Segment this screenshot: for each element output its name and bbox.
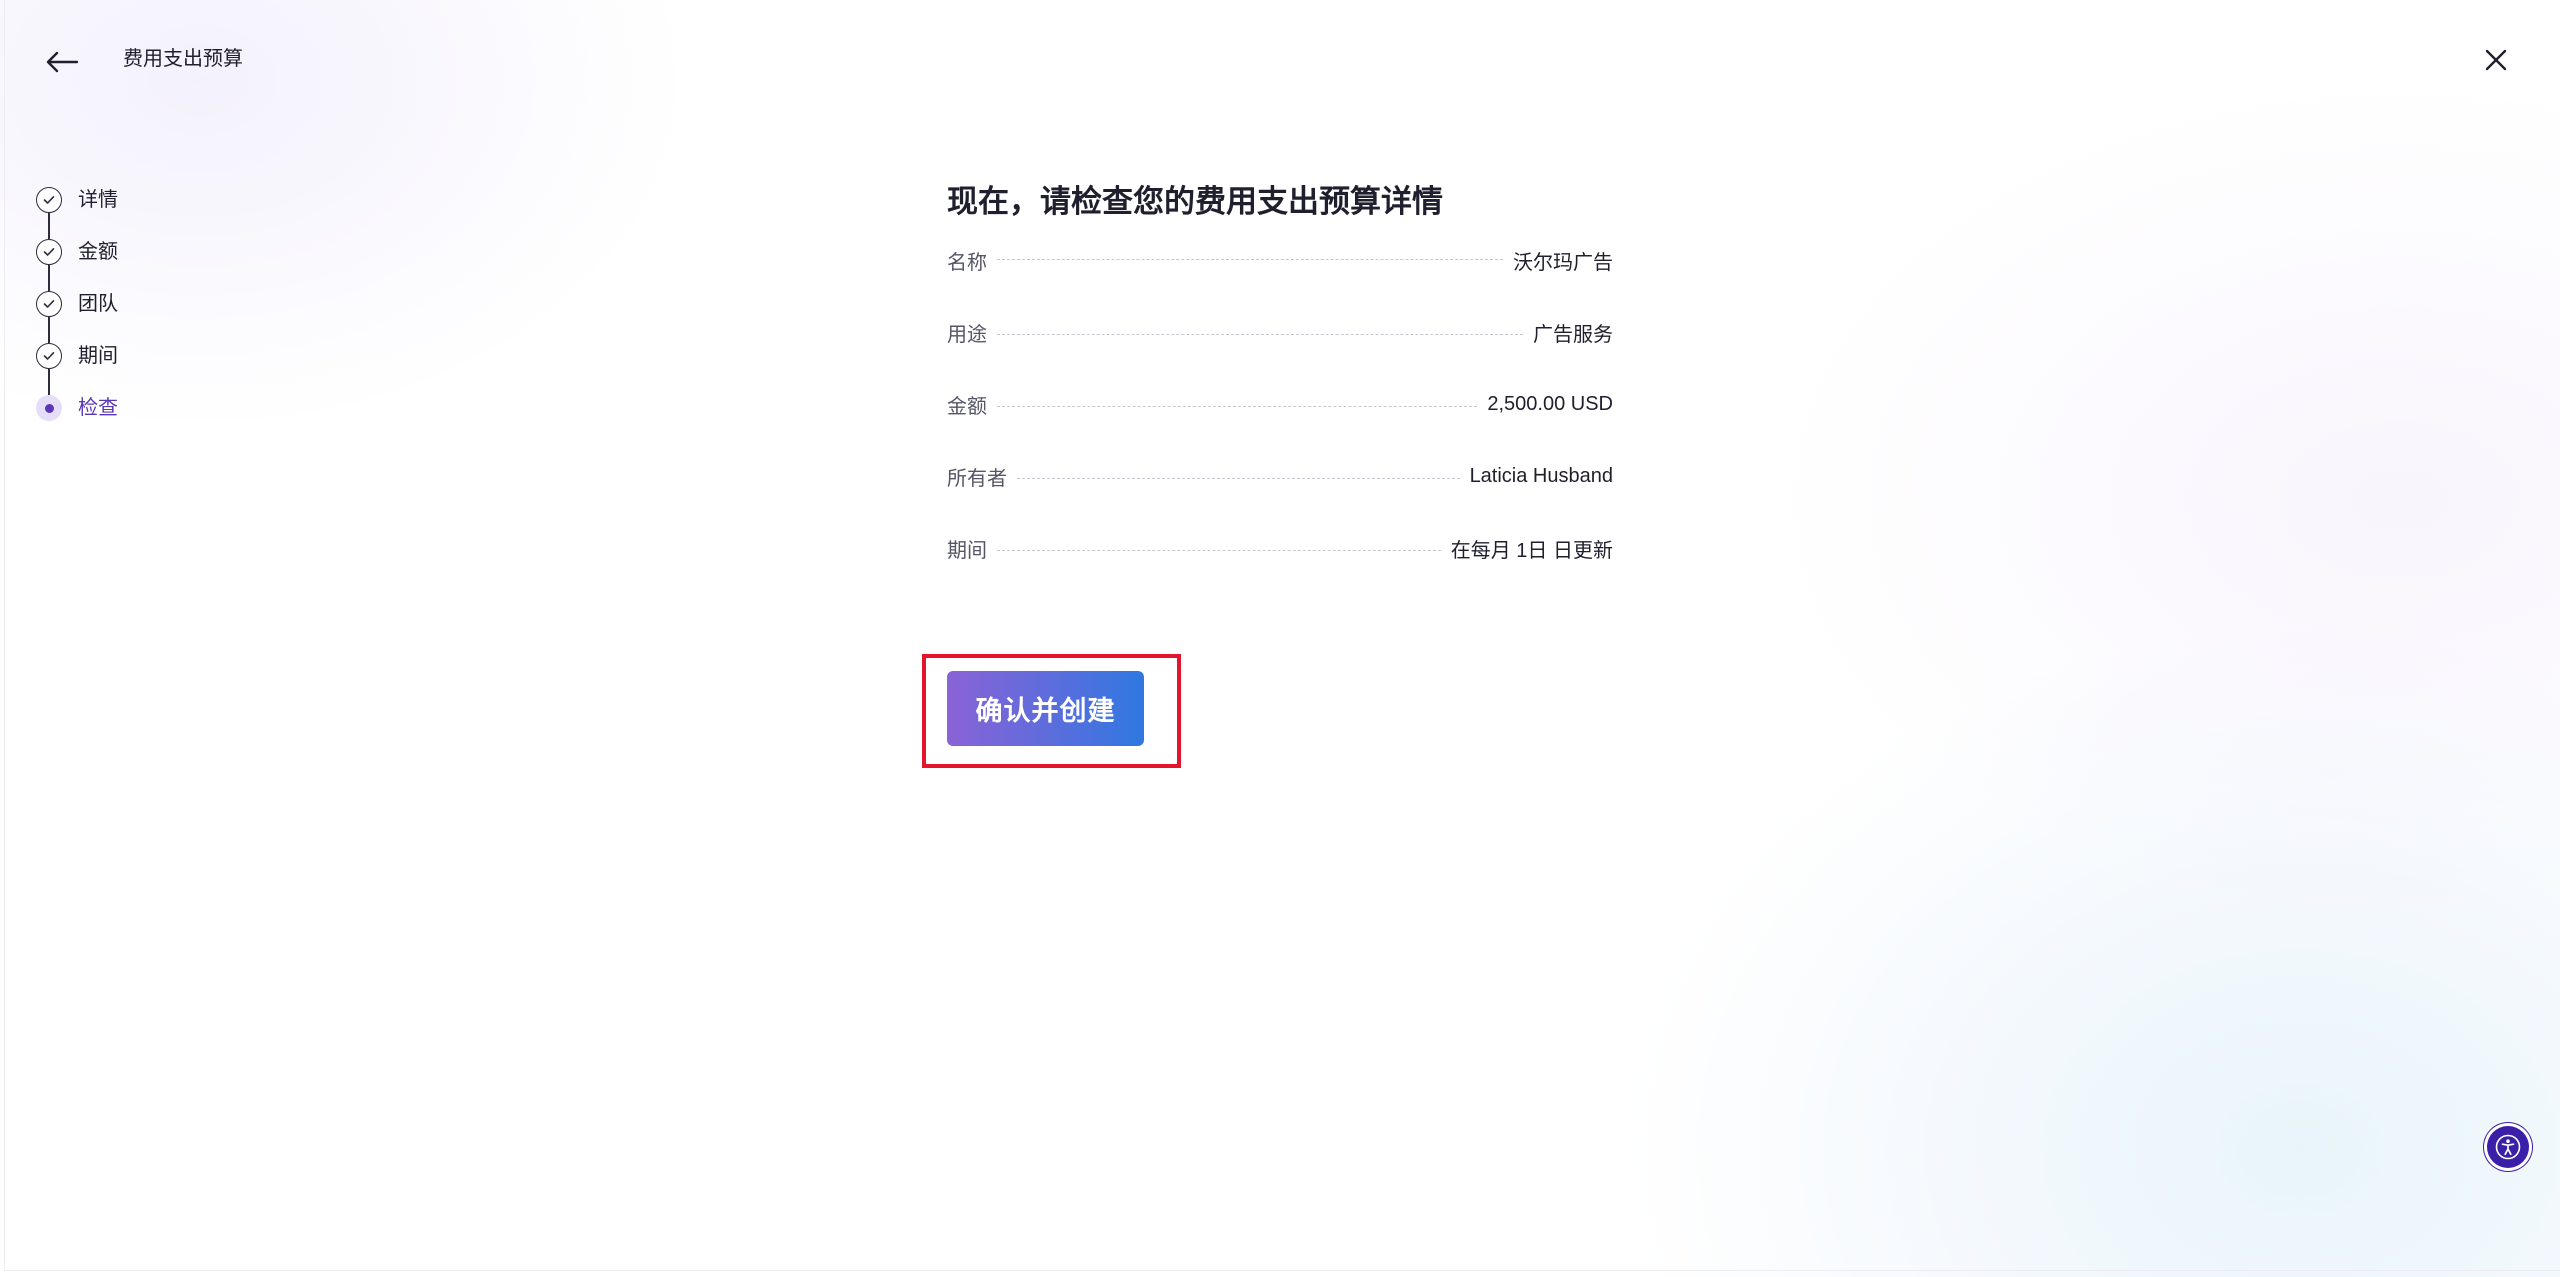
row-value: 2,500.00 USD: [1487, 392, 1613, 415]
current-step-dot-icon: [36, 395, 62, 421]
row-value: Laticia Husband: [1469, 464, 1613, 487]
progress-stepper: 详情 金额 团队 期间 检查: [36, 187, 118, 447]
review-list: 名称 沃尔玛广告 用途 广告服务 金额 2,500.00 USD 所有者 Lat…: [947, 246, 1613, 584]
step-team[interactable]: 团队: [36, 291, 118, 343]
review-row-owner: 所有者 Laticia Husband: [947, 440, 1613, 512]
dotted-leader: [997, 333, 1523, 335]
check-circle-icon: [36, 187, 62, 213]
page-title: 费用支出预算: [123, 48, 243, 70]
arrow-left-icon: [46, 51, 79, 73]
accessibility-icon: [2495, 1134, 2521, 1160]
step-review: 检查: [36, 395, 118, 447]
review-panel: 现在，请检查您的费用支出预算详情 名称 沃尔玛广告 用途 广告服务 金额 2,5…: [947, 180, 1613, 584]
step-label: 详情: [78, 189, 118, 211]
review-heading: 现在，请检查您的费用支出预算详情: [947, 184, 1443, 219]
review-row-amount: 金额 2,500.00 USD: [947, 368, 1613, 440]
step-connector: [48, 369, 50, 395]
dotted-leader: [997, 259, 1503, 260]
row-label: 用途: [947, 323, 987, 346]
review-row-purpose: 用途 广告服务: [947, 296, 1613, 368]
row-value: 广告服务: [1533, 323, 1613, 346]
back-button[interactable]: [40, 40, 84, 84]
row-label: 所有者: [947, 467, 1007, 490]
check-circle-icon: [36, 343, 62, 369]
step-connector: [48, 213, 50, 239]
confirm-create-button[interactable]: 确认并创建: [947, 671, 1144, 746]
close-button[interactable]: [2476, 40, 2516, 80]
accessibility-button[interactable]: [2487, 1126, 2529, 1168]
step-label: 检查: [78, 397, 118, 419]
close-icon: [2485, 49, 2507, 71]
step-details[interactable]: 详情: [36, 187, 118, 239]
review-row-period: 期间 在每月 1日 日更新: [947, 512, 1613, 584]
step-connector: [48, 317, 50, 343]
step-period[interactable]: 期间: [36, 343, 118, 395]
dotted-leader: [997, 405, 1478, 407]
step-amount[interactable]: 金额: [36, 239, 118, 291]
row-value: 在每月 1日 日更新: [1450, 539, 1613, 562]
review-row-name: 名称 沃尔玛广告: [947, 246, 1613, 296]
step-label: 团队: [78, 293, 118, 315]
step-label: 期间: [78, 345, 118, 367]
step-label: 金额: [78, 241, 118, 263]
row-value: 沃尔玛广告: [1513, 252, 1613, 274]
check-circle-icon: [36, 291, 62, 317]
dotted-leader: [1017, 477, 1460, 479]
check-circle-icon: [36, 239, 62, 265]
row-label: 名称: [947, 252, 987, 274]
row-label: 期间: [947, 539, 987, 562]
dotted-leader: [997, 549, 1441, 551]
step-connector: [48, 265, 50, 291]
row-label: 金额: [947, 395, 987, 418]
